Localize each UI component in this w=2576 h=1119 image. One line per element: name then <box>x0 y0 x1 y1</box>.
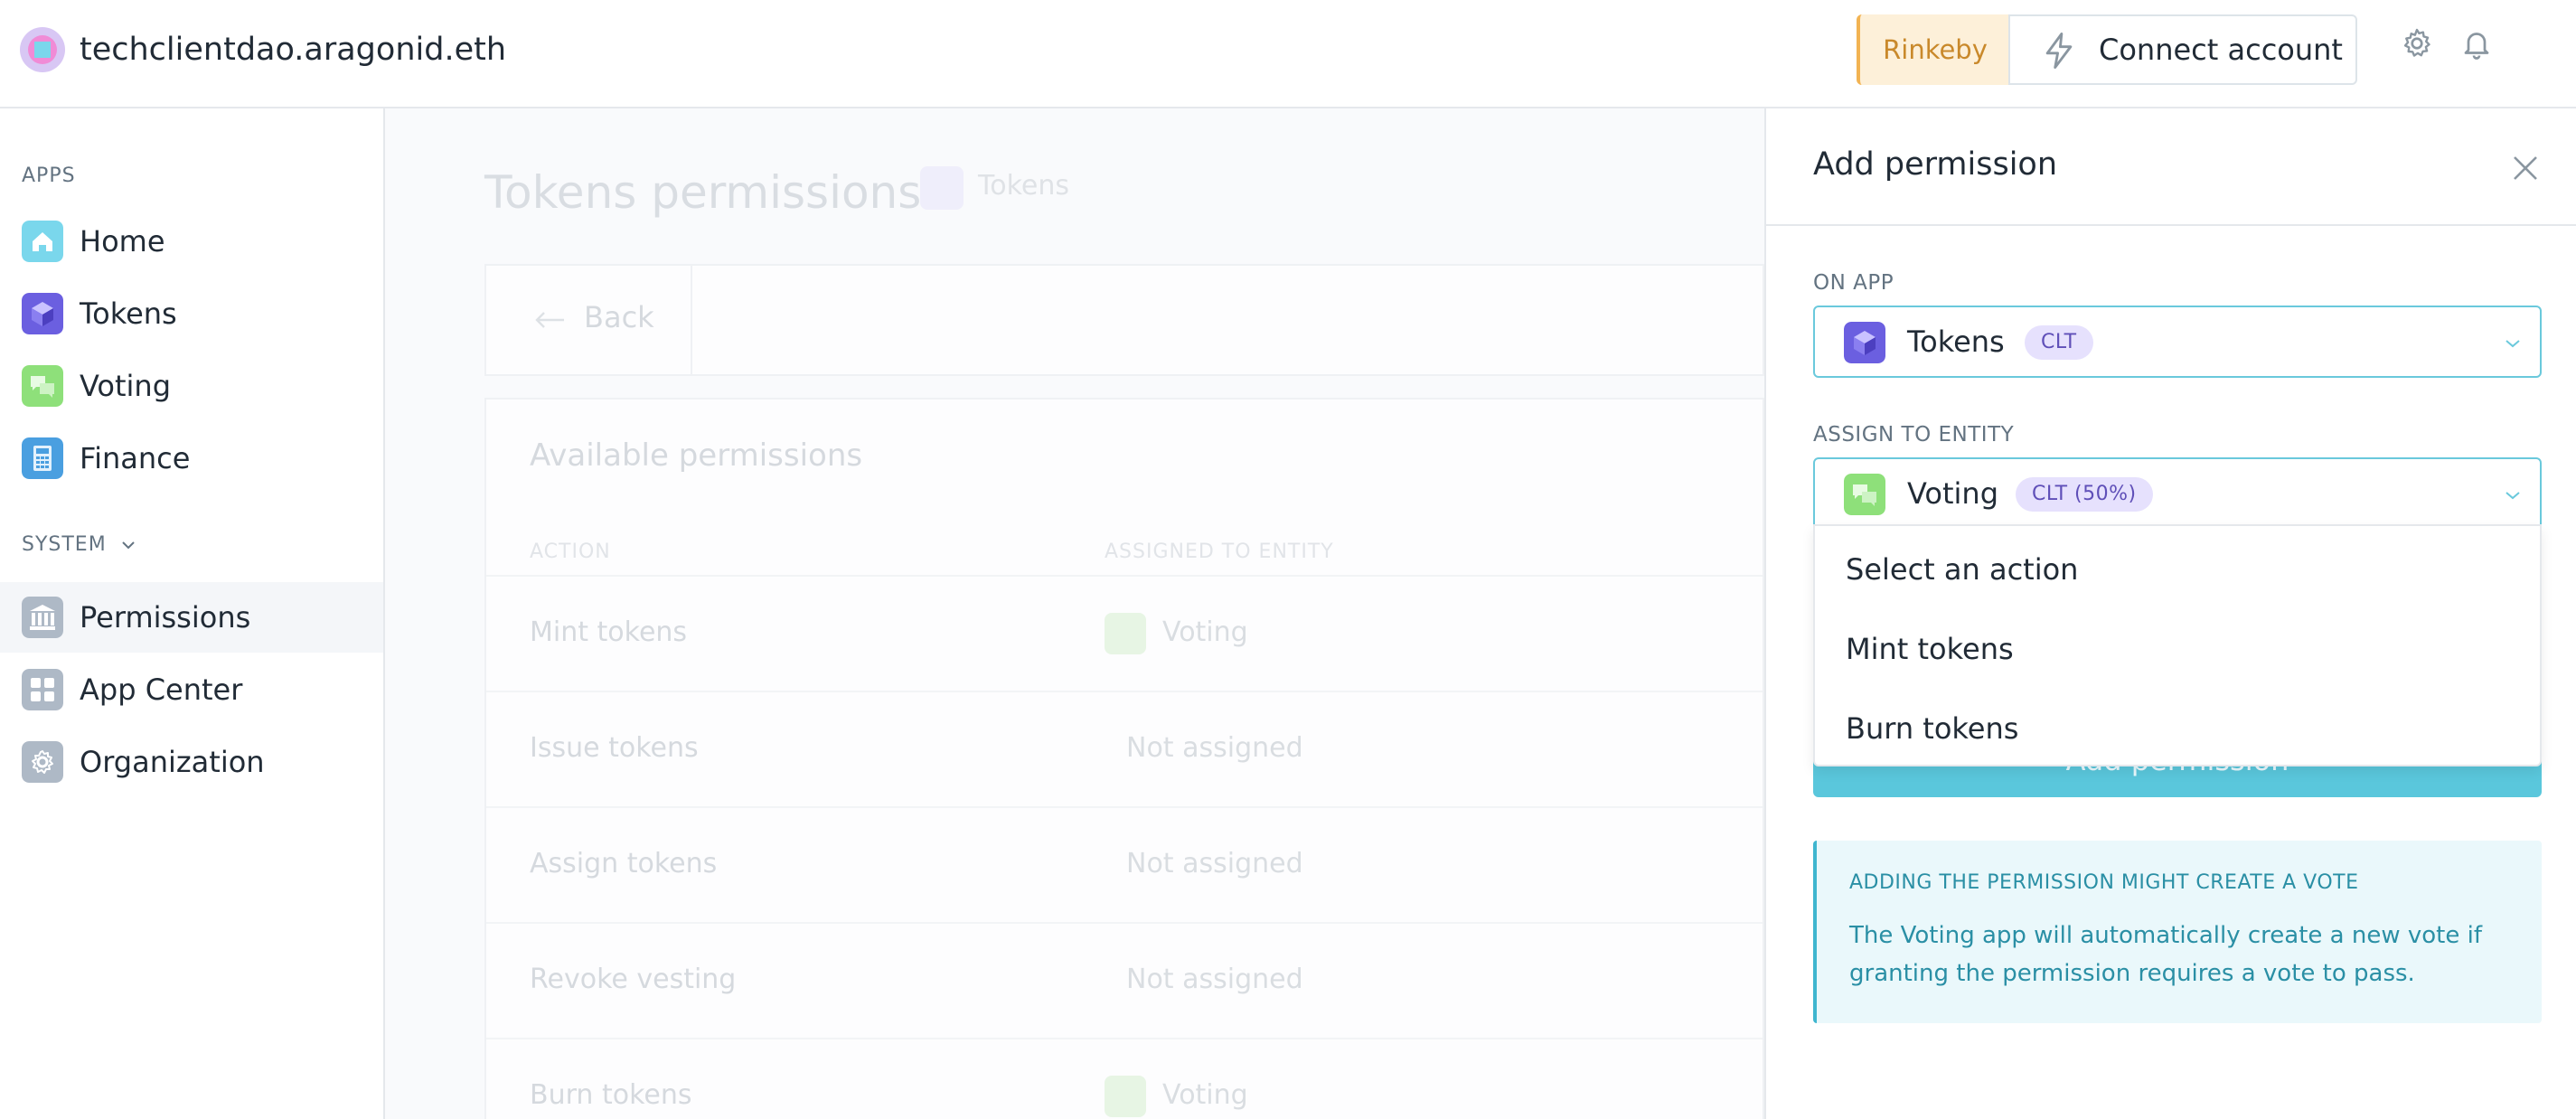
bell-icon[interactable] <box>2460 27 2493 60</box>
panel-title: Add permission <box>1813 146 2058 183</box>
table-row[interactable]: Revoke vesting Not assigned <box>486 922 1763 1038</box>
organization-icon <box>22 741 63 783</box>
apps-section-label: APPS <box>22 165 76 187</box>
voting-support-badge: CLT (50%) <box>2016 477 2153 512</box>
home-icon <box>22 221 63 262</box>
column-header-action: ACTION <box>530 541 611 563</box>
voting-icon <box>1105 1076 1146 1117</box>
row-entity: Voting <box>1162 616 1248 648</box>
column-header-entity: ASSIGNED TO ENTITY <box>1105 541 1334 563</box>
table-row[interactable]: Issue tokens Not assigned <box>486 691 1763 806</box>
sidebar-item-label: Organization <box>80 745 265 779</box>
main-content: Tokens permissions Tokens Back Available… <box>387 110 1764 1119</box>
app-center-icon <box>22 669 63 710</box>
finance-icon <box>22 437 63 479</box>
dropdown-option-label: Select an action <box>1846 552 2079 587</box>
table-row[interactable]: Assign tokens Not assigned <box>486 806 1763 922</box>
back-button[interactable]: Back <box>486 266 692 374</box>
sidebar-item-label: Home <box>80 224 165 259</box>
info-text: The Voting app will automatically create… <box>1849 922 2483 987</box>
action-dropdown-menu: Select an action Mint tokens Burn tokens <box>1813 524 2542 766</box>
tokens-icon <box>22 293 63 334</box>
org-logo[interactable] <box>20 27 65 72</box>
permissions-icon <box>22 597 63 638</box>
chevron-down-icon <box>2505 340 2520 348</box>
dropdown-option-label: Burn tokens <box>1846 711 2019 746</box>
chevron-down-icon[interactable] <box>121 541 136 550</box>
chevron-down-icon <box>2505 492 2520 500</box>
sidebar-item-voting[interactable]: Voting <box>0 351 383 421</box>
info-box: ADDING THE PERMISSION MIGHT CREATE A VOT… <box>1813 841 2542 1023</box>
sidebar: APPS Home Tokens Voting Finance SYSTEM P… <box>0 108 385 1119</box>
sidebar-item-label: Tokens <box>80 296 177 331</box>
connect-account-label: Connect account <box>2099 33 2343 67</box>
top-header: techclientdao.aragonid.eth Rinkeby Conne… <box>0 0 2576 108</box>
voting-icon <box>1105 613 1146 654</box>
sidebar-item-label: Voting <box>80 369 172 403</box>
table-row[interactable]: Mint tokens Voting <box>486 575 1763 691</box>
add-permission-panel: Add permission ON APP Tokens CLT ASSIGN … <box>1764 108 2576 1119</box>
token-symbol-badge: CLT <box>2025 325 2093 360</box>
back-label: Back <box>584 300 654 334</box>
close-icon[interactable] <box>2511 154 2540 183</box>
dropdown-option[interactable]: Burn tokens <box>1815 689 2540 768</box>
on-app-select[interactable]: Tokens CLT <box>1813 306 2542 378</box>
panel-header: Add permission <box>1766 108 2576 226</box>
sidebar-item-label: Permissions <box>80 600 251 635</box>
table-row[interactable]: Burn tokens Voting <box>486 1038 1763 1119</box>
tokens-icon <box>1844 322 1885 363</box>
row-action: Mint tokens <box>530 616 688 648</box>
org-name[interactable]: techclientdao.aragonid.eth <box>80 27 506 72</box>
row-action: Assign tokens <box>530 848 718 879</box>
arrow-left-icon <box>535 312 564 328</box>
row-entity: Not assigned <box>1126 732 1303 764</box>
app-badge-label: Tokens <box>978 170 1069 202</box>
on-app-label: ON APP <box>1813 271 1894 295</box>
dropdown-option-label: Mint tokens <box>1846 632 2014 666</box>
voting-icon <box>1844 474 1885 515</box>
system-section-toggle[interactable]: SYSTEM <box>22 533 107 556</box>
system-section-label: SYSTEM <box>22 533 107 556</box>
permissions-table: Available permissions ACTION ASSIGNED TO… <box>484 398 1764 1119</box>
sidebar-item-tokens[interactable]: Tokens <box>0 278 383 349</box>
table-title: Available permissions <box>530 437 863 474</box>
dropdown-option[interactable]: Mint tokens <box>1815 609 2540 689</box>
back-bar: Back <box>484 264 1764 376</box>
assign-entity-select[interactable]: Voting CLT (50%) <box>1813 457 2542 530</box>
sidebar-item-home[interactable]: Home <box>0 206 383 277</box>
row-entity: Not assigned <box>1126 964 1303 995</box>
sidebar-item-finance[interactable]: Finance <box>0 423 383 494</box>
lightning-icon <box>2045 33 2073 69</box>
row-entity: Voting <box>1162 1079 1248 1111</box>
on-app-value: Tokens <box>1907 324 2005 359</box>
gear-icon[interactable] <box>2401 27 2433 60</box>
assign-entity-value: Voting <box>1907 476 1999 511</box>
assign-entity-label: ASSIGN TO ENTITY <box>1813 423 2015 447</box>
tokens-app-icon <box>920 166 964 210</box>
dropdown-option[interactable]: Select an action <box>1815 530 2540 609</box>
page-title: Tokens permissions <box>484 166 922 219</box>
sidebar-item-label: App Center <box>80 672 243 707</box>
sidebar-item-permissions[interactable]: Permissions <box>0 582 383 653</box>
row-action: Burn tokens <box>530 1079 692 1111</box>
connect-account-button[interactable]: Connect account <box>2008 14 2357 85</box>
row-entity: Not assigned <box>1126 848 1303 879</box>
voting-icon <box>22 365 63 407</box>
row-action: Issue tokens <box>530 732 699 764</box>
sidebar-item-app-center[interactable]: App Center <box>0 654 383 725</box>
sidebar-item-label: Finance <box>80 441 191 475</box>
row-action: Revoke vesting <box>530 964 737 995</box>
network-badge: Rinkeby <box>1857 14 2010 85</box>
info-title: ADDING THE PERMISSION MIGHT CREATE A VOT… <box>1849 871 2359 894</box>
sidebar-item-organization[interactable]: Organization <box>0 727 383 797</box>
